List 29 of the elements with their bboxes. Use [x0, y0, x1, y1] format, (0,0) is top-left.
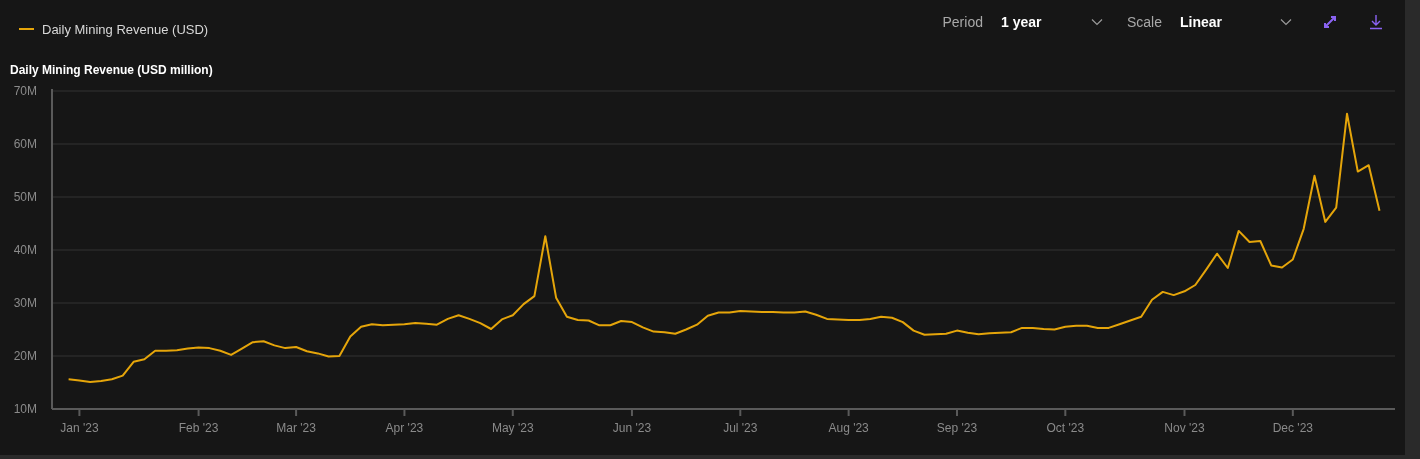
x-axis-label: Feb '23 — [178, 421, 219, 435]
y-axis-label: 40M — [13, 243, 37, 257]
y-axis-label: 50M — [13, 190, 37, 204]
y-axis-label: 70M — [13, 84, 37, 98]
x-axis-label: Apr '23 — [385, 421, 424, 435]
x-axis-label: Sep '23 — [936, 421, 978, 435]
control-label: Period — [942, 14, 983, 30]
x-axis-label: Nov '23 — [1164, 421, 1205, 435]
x-axis-label: Oct '23 — [1046, 421, 1085, 435]
x-axis-label: Jan '23 — [60, 421, 99, 435]
y-axis-label: 20M — [13, 349, 37, 363]
y-axis-label: 60M — [13, 137, 37, 151]
chevron-down-icon — [1090, 18, 1103, 26]
chevron-down-icon — [1280, 18, 1292, 26]
control-label: Scale — [1126, 14, 1162, 30]
x-axis-label: Jun '23 — [612, 421, 652, 435]
x-axis-label: Aug '23 — [828, 421, 869, 435]
x-axis-label: May '23 — [491, 421, 534, 435]
y-axis-label: 30M — [13, 296, 37, 310]
x-axis-label: Dec '23 — [1272, 421, 1313, 435]
download-icon[interactable] — [1368, 14, 1384, 30]
dropdown[interactable]: 1 year — [1000, 14, 1103, 30]
dropdown[interactable]: Linear — [1180, 14, 1292, 30]
chart-title: Daily Mining Revenue (USD million) — [9, 62, 214, 77]
x-axis-label: Mar '23 — [276, 421, 316, 435]
y-axis-label: 10M — [13, 402, 37, 416]
x-axis-label: Jul '23 — [723, 421, 758, 435]
legend-label: Daily Mining Revenue (USD) — [42, 21, 209, 37]
expand-icon[interactable] — [1322, 14, 1338, 30]
